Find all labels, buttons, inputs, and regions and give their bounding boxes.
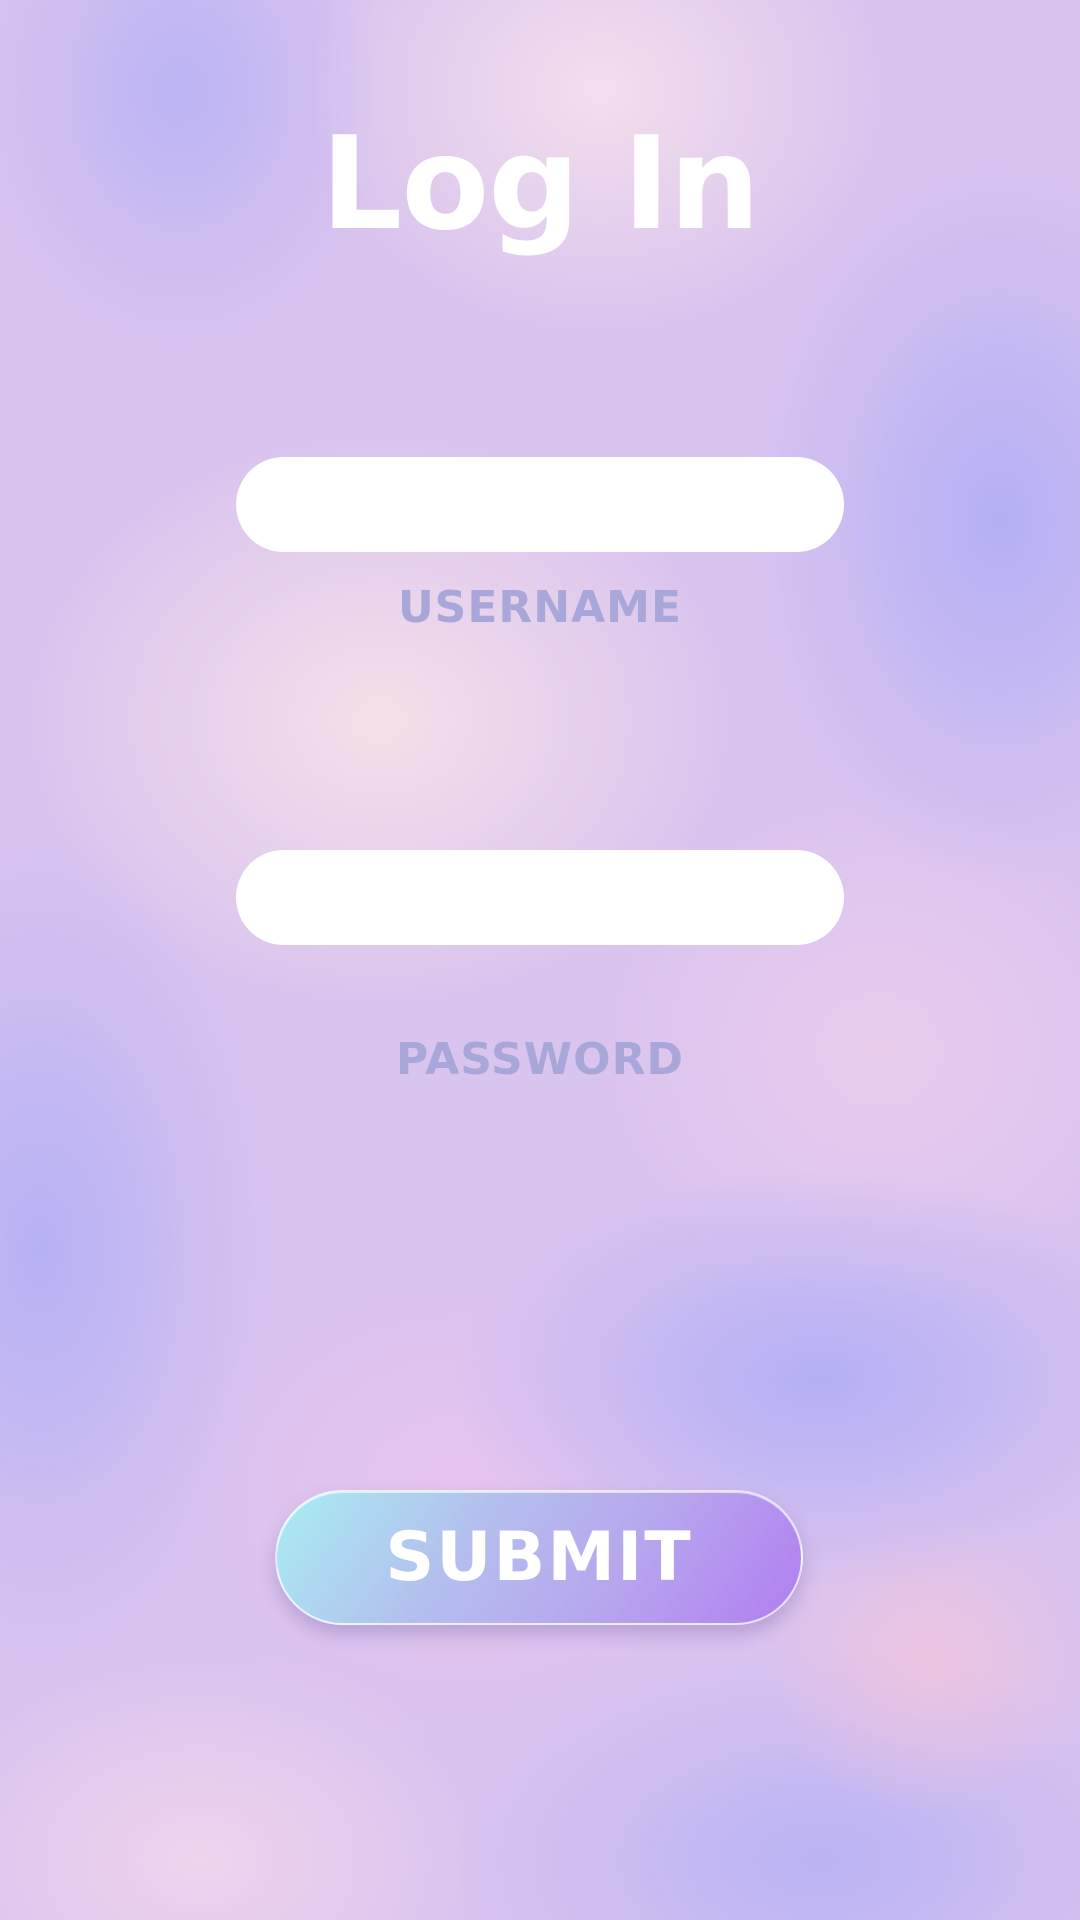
- password-label: PASSWORD: [395, 1034, 684, 1085]
- password-input[interactable]: [236, 850, 844, 945]
- username-input[interactable]: [236, 457, 844, 552]
- login-title: Log In: [320, 110, 760, 259]
- username-label: USERNAME: [397, 582, 683, 633]
- submit-button[interactable]: SUBMIT: [275, 1490, 803, 1625]
